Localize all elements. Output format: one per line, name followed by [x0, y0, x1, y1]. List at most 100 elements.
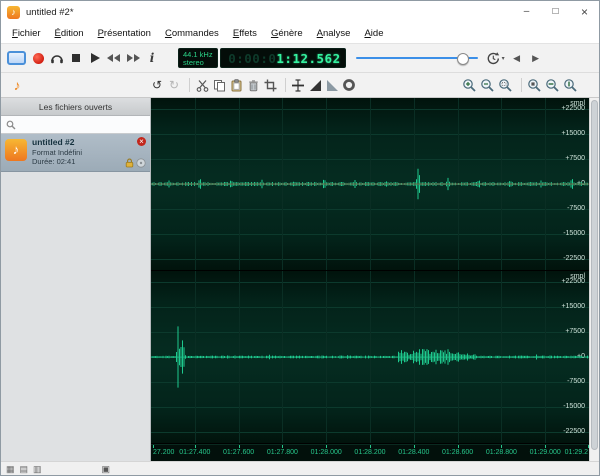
- scale-label: +7500: [565, 328, 585, 335]
- menubar: Fichier Édition Présentation Commandes Effet…: [1, 23, 599, 44]
- nav-back-button[interactable]: ◀: [510, 48, 524, 68]
- time-display: 0:00:0 1:12.562: [219, 48, 346, 68]
- app-logo-icon: ♪: [7, 5, 20, 19]
- close-button[interactable]: ×: [570, 1, 599, 23]
- scale-label: -7500: [567, 378, 585, 385]
- paste-button[interactable]: [229, 75, 243, 95]
- view-rows-icon[interactable]: ▤: [20, 463, 29, 475]
- redo-button[interactable]: ↻: [167, 75, 181, 95]
- zoom-vertical-icon: [564, 78, 577, 92]
- menu-dition[interactable]: Édition: [48, 28, 91, 39]
- fade-in-button[interactable]: [308, 75, 322, 95]
- statusbar: ▦ ▤ ▥ ▣: [1, 461, 599, 475]
- zoom-out-button[interactable]: [480, 75, 495, 95]
- menu-analyse[interactable]: Analyse: [310, 28, 358, 39]
- waveform-area: smpl +22500 +15000 +7500 +0 -7500 -15000 -22500…: [151, 98, 589, 461]
- timeline-label: 01:29.2: [564, 449, 588, 456]
- toolbar-separator: [521, 78, 522, 92]
- zoom-horizontal-button[interactable]: [545, 75, 560, 95]
- files-panel-icon[interactable]: ♪: [7, 75, 27, 95]
- menu-effets[interactable]: Effets: [226, 28, 264, 39]
- slider-knob[interactable]: [456, 52, 469, 65]
- zoom-selection-button[interactable]: [498, 75, 513, 95]
- zoom-all-icon: [528, 78, 541, 92]
- search-icon: [6, 120, 16, 129]
- format-display: 44.1 kHz stereo: [178, 48, 218, 68]
- zoom-vertical-button[interactable]: [563, 75, 578, 95]
- forward-button[interactable]: [126, 48, 140, 68]
- toggle-panel-icon[interactable]: ▣: [102, 463, 111, 475]
- record-button[interactable]: [31, 48, 45, 68]
- menu-commandes[interactable]: Commandes: [158, 28, 226, 39]
- fade-out-button[interactable]: [325, 75, 339, 95]
- timeline[interactable]: 27.200 01:27.400 01:27.600 01:27.800 01:28.0…: [151, 444, 589, 461]
- nav-forward-button[interactable]: ▶: [529, 48, 543, 68]
- file-meta: untitled #2 Format Indéfini Durée: 02:41: [32, 137, 82, 168]
- menu-aide[interactable]: Aide: [357, 28, 390, 39]
- time-value: 1:12.562: [276, 50, 341, 66]
- zoom-out-icon: [481, 78, 494, 92]
- stop-button[interactable]: [69, 48, 83, 68]
- rewind-button[interactable]: [107, 48, 121, 68]
- play-button[interactable]: [88, 48, 102, 68]
- crop-button[interactable]: [263, 75, 277, 95]
- forward-icon-2: [134, 54, 140, 62]
- cut-button[interactable]: [195, 75, 209, 95]
- maximize-button[interactable]: □: [541, 1, 570, 23]
- sidebar-files-panel: Les fichiers ouverts ♪ untitled #2 Forma…: [1, 98, 151, 461]
- vertical-scrollbar[interactable]: [589, 98, 599, 461]
- zoom-all-button[interactable]: [527, 75, 542, 95]
- playback-slider[interactable]: [355, 50, 478, 66]
- menu-gnre[interactable]: Génère: [264, 28, 310, 39]
- view-columns-icon[interactable]: ▥: [33, 463, 42, 475]
- waveform-channel-right[interactable]: smpl +22500 +15000 +7500 +0 -7500 -15000 -22500: [151, 271, 589, 444]
- timeline-label: 01:27.600: [223, 449, 255, 456]
- history-button[interactable]: ▾: [486, 48, 505, 68]
- scale-label: +22500: [561, 105, 585, 112]
- timeline-label: 01:27.800: [266, 449, 298, 456]
- time-dim-digits: 0:00:0: [228, 50, 277, 66]
- zoom-in-button[interactable]: [462, 75, 477, 95]
- selection-mode-button[interactable]: [7, 48, 26, 68]
- rewind-icon-2: [114, 54, 120, 62]
- record-icon: [32, 52, 44, 64]
- scale-label: -22500: [563, 428, 585, 435]
- selection-rect-icon: [7, 51, 26, 65]
- delete-button[interactable]: [246, 75, 260, 95]
- menu-prsentation[interactable]: Présentation: [91, 28, 158, 39]
- search-input[interactable]: [19, 119, 145, 130]
- copy-button[interactable]: [212, 75, 226, 95]
- info-button[interactable]: i: [145, 48, 159, 68]
- history-clock-icon: [487, 51, 499, 64]
- undo-button[interactable]: ↺: [150, 75, 164, 95]
- monitor-button[interactable]: [50, 48, 64, 68]
- file-item-untitled-2[interactable]: ♪ untitled #2 Format Indéfini Durée: 02:…: [1, 134, 150, 172]
- scale-label: +22500: [561, 278, 585, 285]
- transport-toolbar: i 44.1 kHz stereo 0:00:0 1:12.562 ▾ ◀ ▶: [1, 44, 599, 73]
- window-title: untitled #2*: [26, 6, 74, 18]
- crop-icon: [264, 79, 276, 91]
- menu-fichier[interactable]: Fichier: [5, 28, 48, 39]
- waveform-channel-left[interactable]: smpl +22500 +15000 +7500 +0 -7500 -15000 -22500: [151, 98, 589, 271]
- scrollbar-thumb[interactable]: [591, 100, 598, 451]
- file-search-box[interactable]: [1, 116, 150, 134]
- file-title: untitled #2: [32, 137, 75, 147]
- toolbar-separator: [189, 78, 190, 92]
- selection-tool-button[interactable]: [291, 75, 305, 95]
- loop-donut-icon: [343, 79, 355, 91]
- file-duration: Durée: 02:41: [32, 157, 76, 166]
- view-grid-icon[interactable]: ▦: [6, 463, 15, 475]
- loop-button[interactable]: [342, 75, 356, 95]
- minimize-button[interactable]: –: [512, 1, 541, 23]
- file-note-glyph: ♪: [12, 142, 20, 157]
- close-file-button[interactable]: ×: [137, 137, 146, 146]
- timeline-label: 01:28.400: [398, 449, 430, 456]
- zoom-in-icon: [463, 78, 476, 92]
- audio-file-icon: ♪: [5, 139, 27, 161]
- copy-icon: [213, 79, 225, 91]
- play-icon: [90, 53, 100, 63]
- main-content: Les fichiers ouverts ♪ untitled #2 Forma…: [1, 98, 599, 461]
- timeline-label: 27.200: [153, 449, 175, 456]
- zoom-tools-group: [462, 75, 581, 95]
- file-format: Format Indéfini: [32, 148, 83, 157]
